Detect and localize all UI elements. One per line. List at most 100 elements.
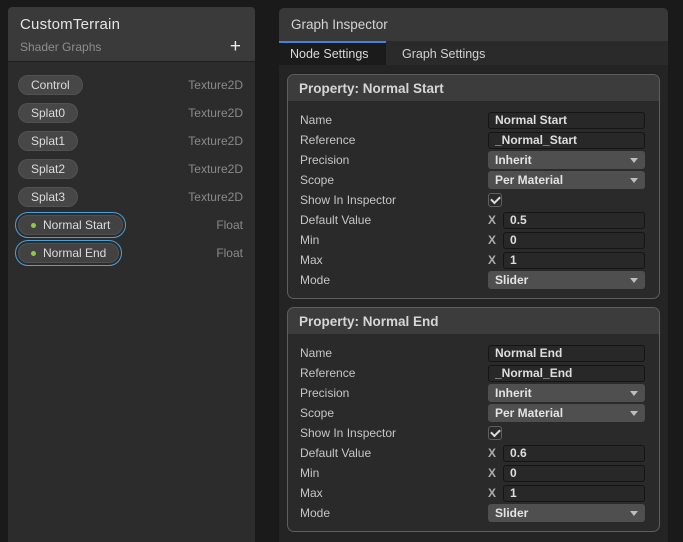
property-pill-splat0[interactable]: Splat0: [18, 103, 79, 123]
field-label: Scope: [300, 406, 335, 420]
property-section-header: Property: Normal Start: [288, 75, 659, 101]
field-row-min: Min X: [300, 463, 645, 483]
tab-label: Graph Settings: [402, 47, 486, 61]
axis-x-label: X: [488, 253, 497, 267]
field-label: Mode: [300, 273, 331, 287]
blackboard-subtitle: Shader Graphs: [20, 40, 102, 54]
property-pill-splat2[interactable]: Splat2: [18, 159, 79, 179]
name-input[interactable]: [488, 111, 645, 129]
inspector-content: Property: Normal Start Name Reference Preci…: [279, 65, 668, 542]
field-control: X: [488, 251, 645, 269]
reference-input[interactable]: [488, 131, 645, 149]
field-control: Per Material: [488, 171, 645, 189]
property-fields: Name Reference Precision Inherit Scope Per Ma…: [288, 101, 659, 298]
property-pill-control[interactable]: Control: [18, 75, 83, 95]
scope-dropdown[interactable]: Per Material: [488, 171, 645, 189]
default-value-x-input[interactable]: [503, 444, 645, 462]
property-pill-label: Control: [31, 78, 70, 92]
chevron-down-icon: [630, 510, 638, 516]
property-type-label: Texture2D: [188, 134, 243, 148]
field-row-scope: Scope Per Material: [300, 403, 645, 423]
property-section: Property: Normal End Name Reference Precisi…: [287, 307, 660, 532]
show-in-inspector-checkbox[interactable]: [488, 193, 502, 207]
tab-node-settings[interactable]: Node Settings: [279, 41, 386, 65]
field-control: X: [488, 464, 645, 482]
blackboard-item-row: Normal Start Float: [8, 211, 255, 239]
property-type-label: Float: [216, 246, 243, 260]
field-label: Default Value: [300, 213, 372, 227]
field-control: [488, 364, 645, 382]
property-section: Property: Normal Start Name Reference Preci…: [287, 74, 660, 299]
precision-dropdown[interactable]: Inherit: [488, 384, 645, 402]
field-label: Default Value: [300, 446, 372, 460]
field-control: [488, 131, 645, 149]
checkmark-icon: [490, 193, 501, 205]
blackboard-subtitle-row: Shader Graphs +: [20, 37, 243, 56]
blackboard-item-row: Splat0 Texture2D: [8, 99, 255, 127]
field-label: Name: [300, 113, 333, 127]
blackboard-item-row: Splat2 Texture2D: [8, 155, 255, 183]
field-control: [488, 344, 645, 362]
tab-label: Node Settings: [290, 47, 369, 61]
field-label: Min: [300, 233, 320, 247]
field-control: Inherit: [488, 384, 645, 402]
min-x-input[interactable]: [503, 464, 645, 482]
field-row-precision: Precision Inherit: [300, 150, 645, 170]
field-control: Inherit: [488, 151, 645, 169]
property-section-header: Property: Normal End: [288, 308, 659, 334]
dropdown-value: Inherit: [495, 386, 532, 400]
chevron-down-icon: [630, 157, 638, 163]
blackboard-panel: CustomTerrain Shader Graphs + Control Tex…: [8, 7, 255, 542]
precision-dropdown[interactable]: Inherit: [488, 151, 645, 169]
field-row-default-value: Default Value X: [300, 443, 645, 463]
field-control: [488, 426, 645, 440]
chevron-down-icon: [630, 390, 638, 396]
field-control: Slider: [488, 271, 645, 289]
field-row-name: Name: [300, 110, 645, 130]
property-pill-normal-start[interactable]: Normal Start: [14, 212, 127, 238]
chevron-down-icon: [630, 177, 638, 183]
tab-graph-settings[interactable]: Graph Settings: [386, 41, 501, 65]
property-pill-label: Splat1: [31, 134, 66, 148]
field-label: Scope: [300, 173, 335, 187]
scope-dropdown[interactable]: Per Material: [488, 404, 645, 422]
field-control: X: [488, 231, 645, 249]
max-x-input[interactable]: [503, 251, 645, 269]
field-label: Name: [300, 346, 333, 360]
property-pill-label: Splat3: [31, 190, 66, 204]
graph-inspector-panel: Graph Inspector Node Settings Graph Setti…: [279, 8, 668, 542]
property-pill-normal-end[interactable]: Normal End: [14, 240, 123, 266]
field-label: Max: [300, 486, 323, 500]
reference-input[interactable]: [488, 364, 645, 382]
chevron-down-icon: [630, 277, 638, 283]
default-value-x-input[interactable]: [503, 211, 645, 229]
min-x-input[interactable]: [503, 231, 645, 249]
field-label: Reference: [300, 133, 356, 147]
show-in-inspector-checkbox[interactable]: [488, 426, 502, 440]
dropdown-value: Inherit: [495, 153, 532, 167]
property-pill-splat3[interactable]: Splat3: [18, 187, 79, 207]
add-property-button[interactable]: +: [228, 37, 243, 56]
blackboard-item-row: Normal End Float: [8, 239, 255, 267]
field-row-mode: Mode Slider: [300, 503, 645, 523]
inspector-tab-bar: Node Settings Graph Settings: [279, 41, 668, 65]
axis-x-label: X: [488, 466, 497, 480]
property-type-label: Texture2D: [188, 190, 243, 204]
mode-dropdown[interactable]: Slider: [488, 504, 645, 522]
field-control: X: [488, 444, 645, 462]
field-control: [488, 111, 645, 129]
blackboard-item-row: Splat3 Texture2D: [8, 183, 255, 211]
exposed-dot-icon: [31, 222, 36, 228]
axis-x-label: X: [488, 213, 497, 227]
field-row-reference: Reference: [300, 363, 645, 383]
field-row-name: Name: [300, 343, 645, 363]
max-x-input[interactable]: [503, 484, 645, 502]
field-label: Mode: [300, 506, 331, 520]
name-input[interactable]: [488, 344, 645, 362]
property-pill-splat1[interactable]: Splat1: [18, 131, 79, 151]
property-list: Control Texture2D Splat0 Texture2D Splat1 Tex…: [8, 62, 255, 542]
graph-inspector-title: Graph Inspector: [279, 8, 668, 41]
axis-x-label: X: [488, 486, 497, 500]
axis-x-label: X: [488, 446, 497, 460]
mode-dropdown[interactable]: Slider: [488, 271, 645, 289]
